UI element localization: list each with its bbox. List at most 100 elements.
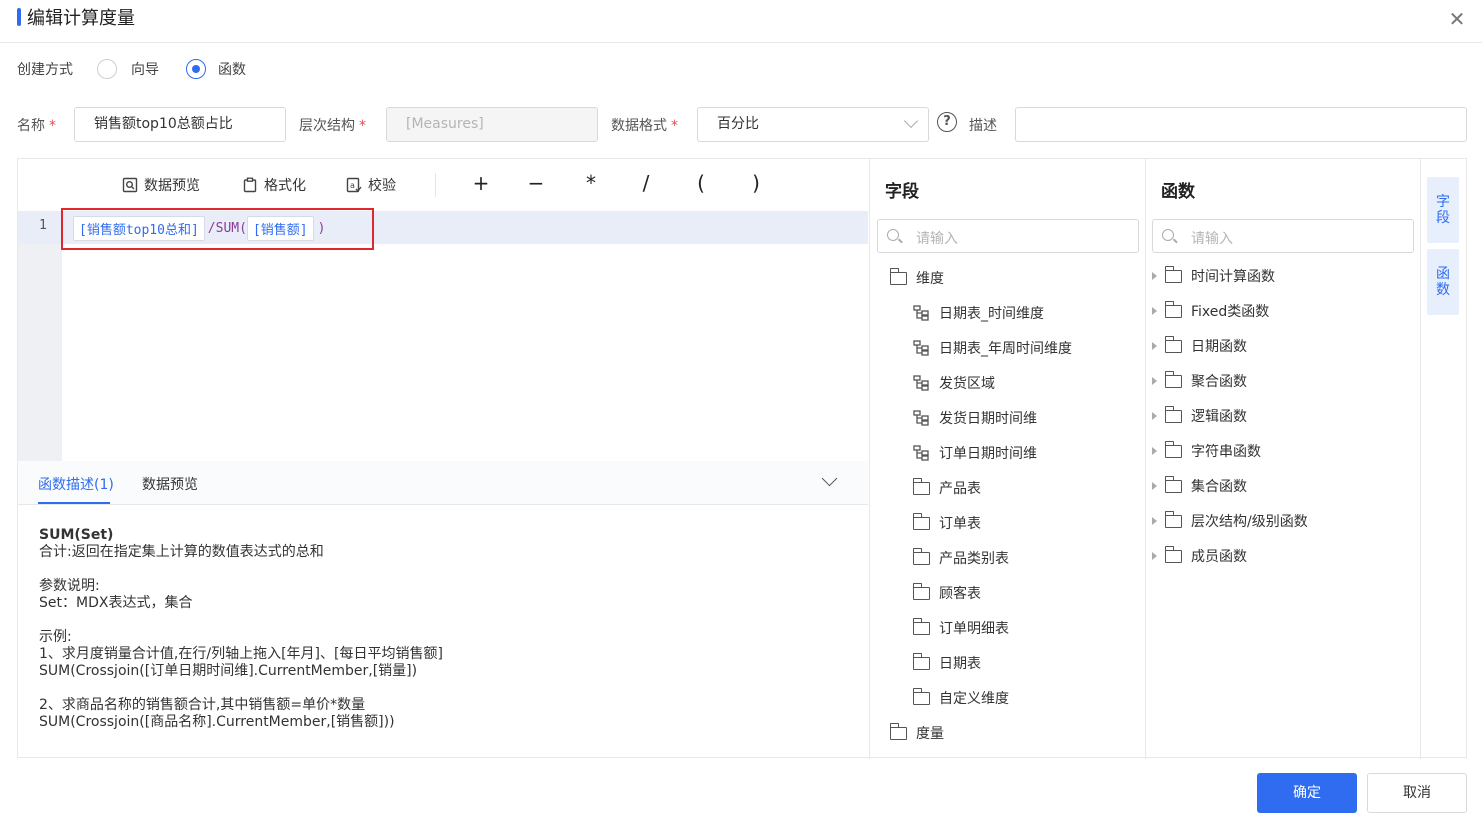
op-plus-button[interactable]: +: [471, 171, 491, 195]
function-summary: 合计:返回在指定集上计算的数值表达式的总和: [39, 544, 324, 560]
folder-icon: [912, 582, 930, 600]
tree-item-table[interactable]: 日期表: [912, 652, 981, 673]
function-group[interactable]: 日期函数: [1152, 335, 1247, 356]
tree-item-table[interactable]: 订单表: [912, 512, 981, 533]
radio-wizard-label[interactable]: 向导: [131, 59, 159, 79]
sum-function: SUM(: [215, 220, 247, 236]
tree-root-measure[interactable]: 度量: [889, 722, 944, 743]
tree-item-hierarchy[interactable]: 订单日期时间维: [913, 443, 1037, 463]
op-multiply-button[interactable]: *: [581, 171, 601, 195]
field-token-top10[interactable]: [销售额top10总和]: [73, 215, 205, 241]
op-lparen-button[interactable]: (: [691, 171, 711, 195]
side-tab-functions-label: 函数: [1436, 266, 1450, 298]
ok-button[interactable]: 确定: [1257, 773, 1357, 813]
function-group-label: 日期函数: [1191, 339, 1247, 355]
function-group-label: 时间计算函数: [1191, 269, 1275, 285]
function-group-label: 聚合函数: [1191, 374, 1247, 390]
function-group[interactable]: Fixed类函数: [1152, 300, 1269, 321]
help-icon[interactable]: ?: [937, 112, 957, 132]
check-button[interactable]: a 校验: [346, 175, 396, 195]
format-label-text: 格式化: [264, 178, 306, 194]
tree-item-table[interactable]: 顾客表: [912, 582, 981, 603]
tree-item-label: 发货区域: [939, 376, 995, 392]
line-number: 1: [39, 218, 47, 233]
side-tab-fields[interactable]: 字段: [1427, 177, 1459, 243]
function-group[interactable]: 成员函数: [1152, 545, 1247, 566]
tree-item-hierarchy[interactable]: 日期表_年周时间维度: [913, 338, 1072, 358]
op-divide-button[interactable]: /: [636, 171, 656, 195]
caret-right-icon: [1152, 412, 1157, 420]
tree-item-hierarchy[interactable]: 日期表_时间维度: [913, 303, 1044, 323]
tree-item-label: 订单日期时间维: [939, 446, 1037, 462]
functions-title: 函数: [1161, 182, 1195, 202]
example-2: 2、求商品名称的销售额合计,其中销售额=单价*数量: [39, 697, 366, 713]
search-icon: [1162, 229, 1174, 241]
tree-root-dimension[interactable]: 维度: [889, 267, 944, 288]
folder-icon: [912, 687, 930, 705]
tree-item-label: 产品类别表: [939, 551, 1009, 567]
hierarchy-icon: [913, 375, 930, 391]
tree-item-table[interactable]: 产品类别表: [912, 547, 1009, 568]
caret-right-icon: [1152, 447, 1157, 455]
close-icon[interactable]: ✕: [1446, 8, 1468, 30]
create-mode-row: 创建方式 向导 函数: [17, 58, 246, 80]
folder-icon: [1164, 300, 1182, 318]
function-group[interactable]: 逻辑函数: [1152, 405, 1247, 426]
function-group[interactable]: 字符串函数: [1152, 440, 1261, 461]
description-input[interactable]: [1015, 107, 1467, 142]
preview-button[interactable]: 数据预览: [122, 175, 200, 195]
op-rparen-button[interactable]: ): [746, 171, 766, 195]
hierarchy-icon: [913, 410, 930, 426]
formula-editor[interactable]: 1 [销售额top10总和] / SUM( [销售额] ): [18, 211, 868, 461]
close-paren: ): [317, 220, 326, 236]
tab-function-description[interactable]: 函数描述(1): [38, 474, 114, 494]
tab-data-preview[interactable]: 数据预览: [142, 474, 198, 494]
side-tabs: 字段 函数: [1422, 159, 1468, 759]
tree-item-label: 自定义维度: [939, 691, 1009, 707]
tree-item-table[interactable]: 订单明细表: [912, 617, 1009, 638]
formula-code[interactable]: [销售额top10总和] / SUM( [销售额] ): [73, 214, 325, 242]
field-token-sales[interactable]: [销售额]: [246, 215, 314, 241]
format-button[interactable]: 格式化: [242, 175, 306, 195]
radio-function[interactable]: [186, 59, 206, 79]
preview-label: 数据预览: [144, 178, 200, 194]
cancel-button[interactable]: 取消: [1367, 773, 1467, 813]
formula-panel: 数据预览 格式化 a 校验 + − * / ( ) 1 [销售额top10总和]…: [17, 158, 1468, 759]
radio-function-label[interactable]: 函数: [218, 59, 246, 79]
tree-item-table[interactable]: 自定义维度: [912, 687, 1009, 708]
create-mode-label: 创建方式: [17, 62, 73, 78]
tree-item-label: 发货日期时间维: [939, 411, 1037, 427]
function-signature: SUM(Set): [39, 527, 114, 543]
format-select[interactable]: 百分比: [697, 107, 929, 142]
function-group[interactable]: 时间计算函数: [1152, 265, 1275, 286]
function-description: SUM(Set) 合计:返回在指定集上计算的数值表达式的总和 参数说明: Set…: [39, 527, 443, 731]
function-group[interactable]: 聚合函数: [1152, 370, 1247, 391]
side-tab-functions[interactable]: 函数: [1427, 249, 1459, 315]
function-group[interactable]: 集合函数: [1152, 475, 1247, 496]
folder-icon: [1164, 545, 1182, 563]
functions-search-input[interactable]: 请输入: [1152, 219, 1414, 253]
name-input[interactable]: 销售额top10总额占比: [74, 107, 286, 142]
op-minus-button[interactable]: −: [526, 171, 546, 195]
radio-wizard[interactable]: [97, 59, 117, 79]
hierarchy-icon: [913, 445, 930, 461]
function-group[interactable]: 层次结构/级别函数: [1152, 510, 1308, 531]
name-label: 名称 *: [17, 118, 56, 134]
caret-right-icon: [1152, 272, 1157, 280]
params-text: Set：MDX表达式，集合: [39, 595, 193, 611]
edit-measure-dialog: 编辑计算度量 ✕ 创建方式 向导 函数 名称 * 销售额top10总额占比 层次结…: [0, 0, 1482, 819]
tree-item-table[interactable]: 产品表: [912, 477, 981, 498]
tree-item-label: 日期表_时间维度: [939, 306, 1044, 322]
fields-panel: 字段 请输入 维度 日期表_时间维度 日期表_年周时间维度 发货区域 发货日期时间维订…: [869, 159, 1145, 759]
tree-item-hierarchy[interactable]: 发货日期时间维: [913, 408, 1037, 428]
folder-icon: [912, 512, 930, 530]
check-label: 校验: [368, 178, 396, 194]
function-group-label: 成员函数: [1191, 549, 1247, 565]
tree-item-hierarchy[interactable]: 发货区域: [913, 373, 995, 393]
params-title: 参数说明:: [39, 578, 100, 594]
caret-right-icon: [1152, 377, 1157, 385]
folder-open-icon: [889, 267, 907, 285]
chevron-down-icon[interactable]: [821, 470, 838, 487]
tree-root-label: 维度: [916, 271, 944, 287]
fields-search-input[interactable]: 请输入: [877, 219, 1139, 253]
